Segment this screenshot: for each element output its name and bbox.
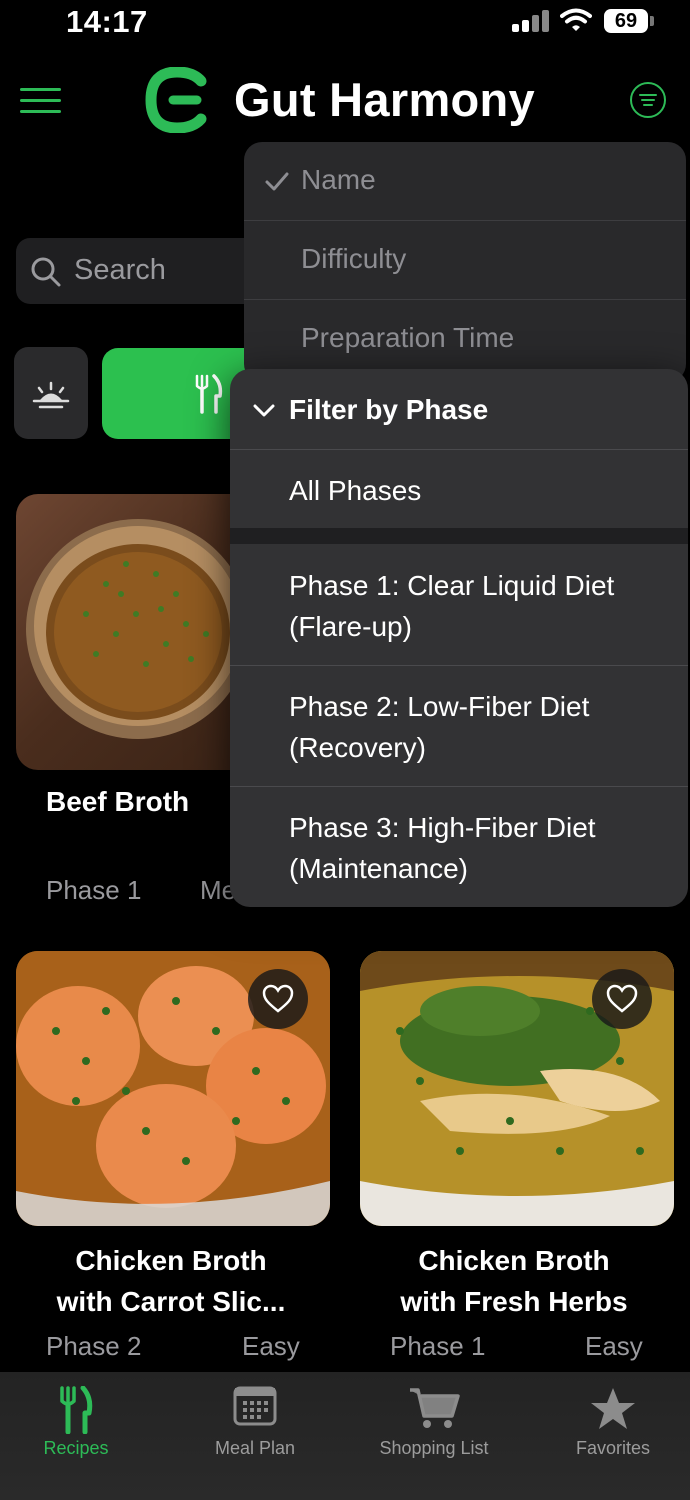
fork-knife-icon <box>195 374 223 414</box>
sort-option-label: Preparation Time <box>301 322 515 353</box>
phase-option-2[interactable]: Phase 2: Low-Fiber Diet (Recovery) <box>230 666 688 786</box>
phase-filter-menu: Filter by Phase All Phases Phase 1: Clea… <box>230 369 688 907</box>
phase-option-1[interactable]: Phase 1: Clear Liquid Diet (Flare-up) <box>230 544 688 665</box>
phase-option-sublabel: (Flare-up) <box>289 611 412 642</box>
recipe-title-line2[interactable]: with Fresh Herbs <box>358 1281 670 1322</box>
sort-menu: Name Difficulty Preparation Time <box>244 142 686 382</box>
calendar-icon <box>233 1386 277 1426</box>
tab-meal-plan[interactable]: Meal Plan <box>169 1372 341 1500</box>
tab-label: Shopping List <box>379 1438 489 1458</box>
phase-option-sublabel: (Recovery) <box>289 732 426 763</box>
recipe-image-beef-broth[interactable] <box>16 494 256 770</box>
tab-label: Meal Plan <box>214 1438 296 1458</box>
recipe-difficulty: Easy <box>585 1331 643 1361</box>
recipe-title-line1[interactable]: Chicken Broth <box>16 1240 326 1281</box>
favorite-button[interactable] <box>248 969 308 1029</box>
sunrise-icon <box>32 381 70 409</box>
phase-option-label: Phase 1: Clear Liquid Diet <box>289 570 615 601</box>
filter-sort-button[interactable] <box>630 82 666 118</box>
tab-recipes[interactable]: Recipes <box>0 1372 162 1500</box>
sort-option-name[interactable]: Name <box>244 142 686 220</box>
phase-option-all[interactable]: All Phases <box>230 450 688 528</box>
battery-nub <box>650 16 654 26</box>
cart-icon <box>410 1388 460 1428</box>
recipe-difficulty: Easy <box>242 1331 300 1361</box>
sort-option-prep-time[interactable]: Preparation Time <box>244 300 686 378</box>
sort-option-label: Name <box>301 164 376 195</box>
heart-icon <box>606 984 638 1013</box>
phase-menu-title: Filter by Phase <box>289 394 489 425</box>
status-time: 14:17 <box>66 4 148 39</box>
favorite-button[interactable] <box>592 969 652 1029</box>
battery-indicator: 69 <box>604 9 648 33</box>
tab-label: Favorites <box>575 1438 651 1458</box>
tab-bar: Recipes Meal Plan Shopping List Favorite… <box>0 1372 690 1500</box>
recipe-phase: Phase 1 <box>390 1331 486 1361</box>
star-icon <box>591 1388 635 1429</box>
category-chip-breakfast[interactable] <box>14 347 88 439</box>
phase-option-3[interactable]: Phase 3: High-Fiber Diet (Maintenance) <box>230 787 688 907</box>
section-divider <box>230 528 688 544</box>
hamburger-menu-icon[interactable] <box>20 88 61 114</box>
filter-lines-icon <box>639 94 657 106</box>
soup-bowl-image <box>26 519 250 739</box>
sort-option-label: Difficulty <box>301 243 407 274</box>
search-icon <box>31 257 61 287</box>
wifi-icon <box>560 8 592 31</box>
phase-option-label: Phase 3: High-Fiber Diet <box>289 812 596 843</box>
tab-favorites[interactable]: Favorites <box>527 1372 690 1500</box>
recipe-phase: Phase 1 <box>46 875 142 905</box>
phase-menu-header[interactable]: Filter by Phase <box>230 369 688 449</box>
phase-option-label: All Phases <box>289 475 422 506</box>
fork-knife-icon <box>60 1386 93 1434</box>
recipe-title[interactable]: Beef Broth <box>46 786 189 818</box>
app-logo-icon <box>145 67 207 133</box>
chevron-down-icon <box>253 404 275 417</box>
tab-label: Recipes <box>43 1438 109 1458</box>
tab-shopping-list[interactable]: Shopping List <box>348 1372 520 1500</box>
recipe-title-line2[interactable]: with Carrot Slic... <box>16 1281 326 1322</box>
phase-option-label: Phase 2: Low-Fiber Diet <box>289 691 590 722</box>
signal-icon <box>512 10 549 32</box>
heart-icon <box>262 984 294 1013</box>
checkmark-icon <box>265 172 289 191</box>
app-title: Gut Harmony <box>234 73 535 126</box>
recipe-title-line1[interactable]: Chicken Broth <box>358 1240 670 1281</box>
recipe-phase: Phase 2 <box>46 1331 142 1361</box>
phase-option-sublabel: (Maintenance) <box>289 853 468 884</box>
sort-option-difficulty[interactable]: Difficulty <box>244 221 686 299</box>
search-placeholder: Search <box>74 254 166 286</box>
